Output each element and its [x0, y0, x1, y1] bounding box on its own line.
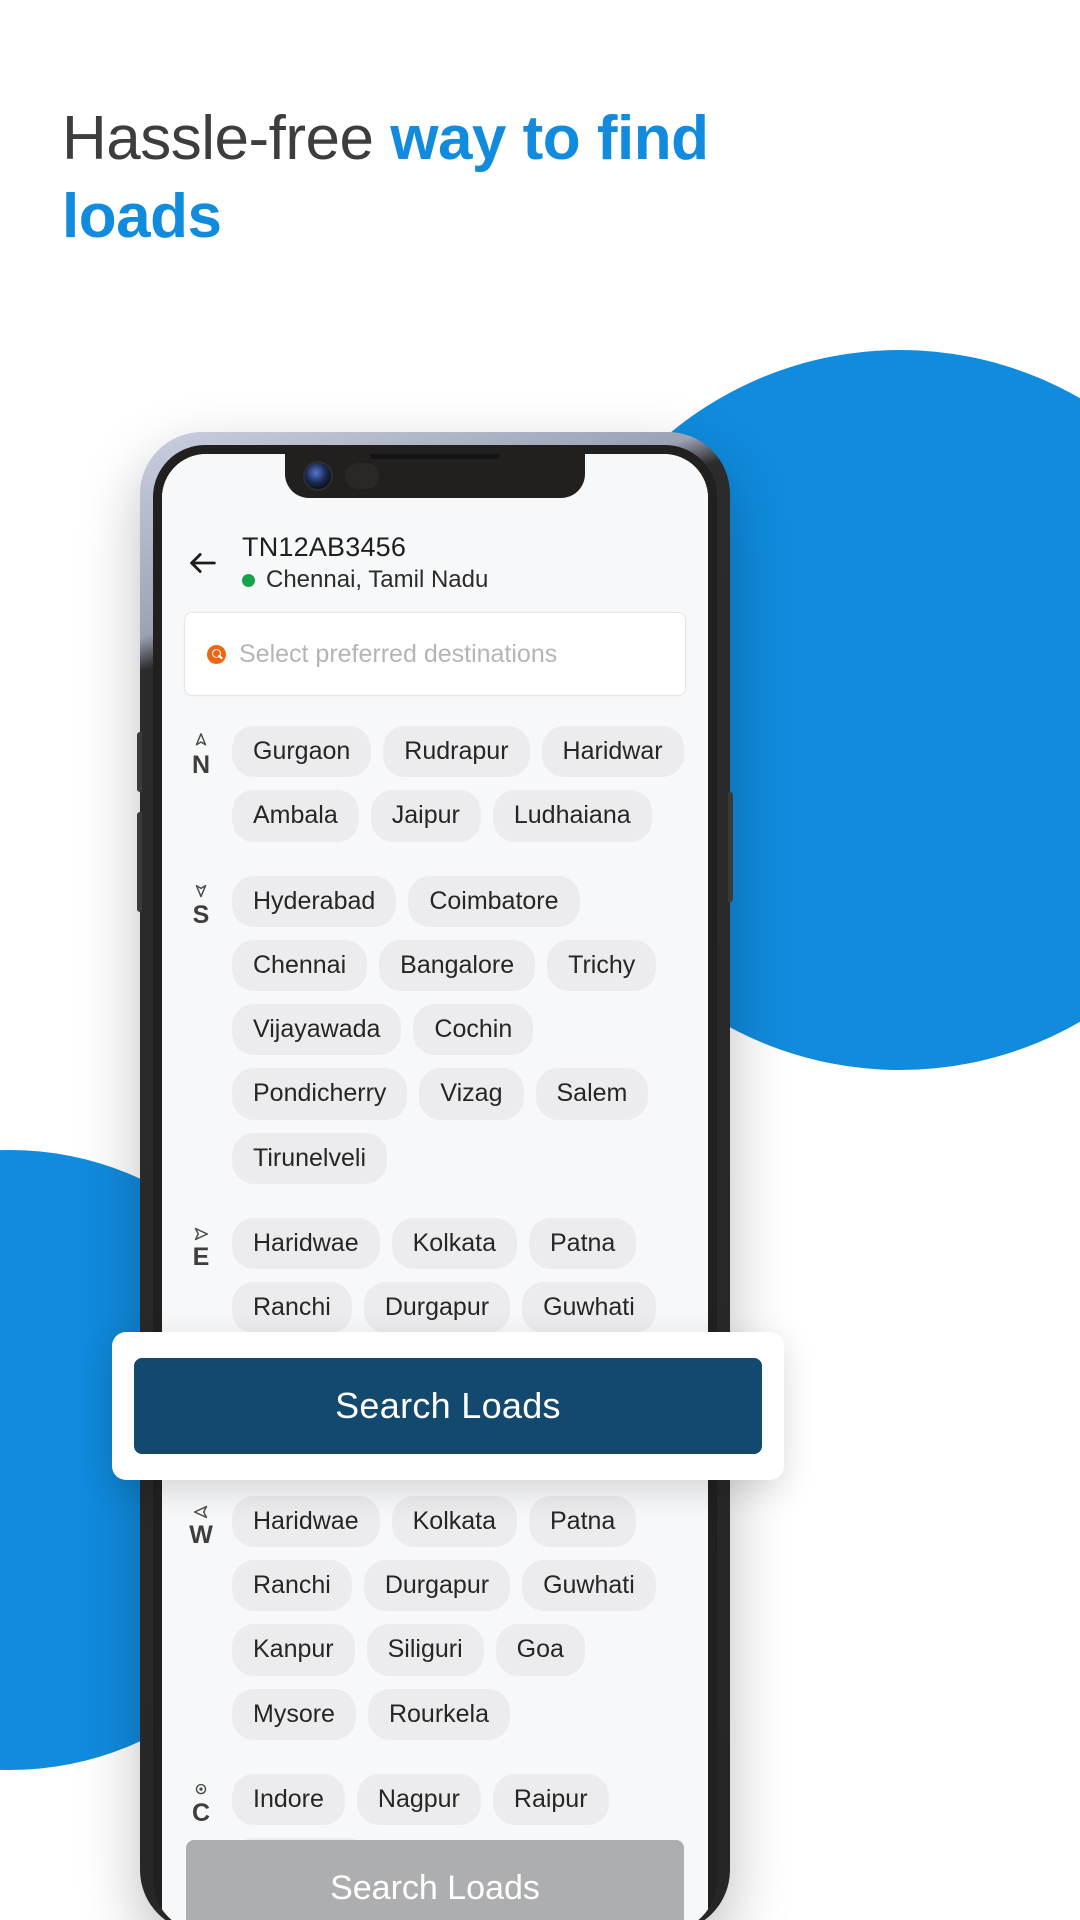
screenshot-root: Hassle-free way to find loads TN12AB3456… — [0, 0, 1080, 1920]
destination-chip[interactable]: Ranchi — [232, 1560, 352, 1612]
destination-chip[interactable]: Goa — [495, 1624, 585, 1676]
destination-chip[interactable]: Ranchi — [232, 1282, 352, 1334]
app-viewport: TN12AB3456 Chennai, Tamil Nadu Select pr… — [162, 454, 708, 1920]
direction-group-n: N Gurgaon Rudrapur Haridwar Ambala Jaipur Ludh… — [184, 726, 686, 842]
power-button[interactable] — [728, 792, 733, 902]
back-button[interactable] — [186, 546, 220, 580]
earpiece-speaker — [370, 454, 500, 459]
direction-letter: E — [192, 1242, 210, 1271]
direction-letter: S — [192, 900, 210, 929]
destination-chip[interactable]: Rourkela — [367, 1688, 511, 1740]
page-title: Hassle-free way to find loads — [62, 100, 822, 255]
destination-chip[interactable]: Gurgaon — [232, 726, 372, 778]
destination-chip[interactable]: Guwhati — [522, 1282, 656, 1334]
destination-chip[interactable]: Guwhati — [522, 1560, 656, 1612]
green-dot-icon — [242, 573, 255, 587]
search-loads-card: Search Loads — [112, 1332, 784, 1480]
destination-chip[interactable]: Kolkata — [391, 1495, 517, 1547]
phone-mockup: TN12AB3456 Chennai, Tamil Nadu Select pr… — [137, 432, 733, 1920]
chip-list: Hyderabad Coimbatore Chennai Bangalore Trich… — [232, 875, 686, 1184]
compass-north-icon — [195, 733, 207, 746]
direction-group-s: S Hyderabad Coimbatore Chennai Bangalore Tric… — [184, 875, 686, 1184]
phone-screen: TN12AB3456 Chennai, Tamil Nadu Select pr… — [162, 454, 708, 1920]
destination-chip[interactable]: Haridwae — [232, 1495, 380, 1547]
chip-list: Gurgaon Rudrapur Haridwar Ambala Jaipur Ludha… — [232, 726, 686, 842]
destination-chip[interactable]: Ambala — [232, 790, 359, 842]
destination-chip[interactable]: Indore — [232, 1773, 345, 1825]
destination-chip[interactable]: Rudrapur — [383, 726, 530, 778]
destination-chip[interactable]: Kanpur — [232, 1624, 355, 1676]
destination-chip[interactable]: Coimbatore — [408, 875, 580, 927]
destination-chip[interactable]: Chennai — [232, 939, 368, 991]
destination-chip[interactable]: Siliguri — [366, 1624, 484, 1676]
chip-list: Haridwae Kolkata Patna Ranchi Durgapur Guwhat… — [232, 1495, 686, 1740]
destination-chip[interactable]: Haridwae — [232, 1217, 380, 1269]
destination-chip[interactable]: Ludhaiana — [492, 790, 652, 842]
destination-groups: N Gurgaon Rudrapur Haridwar Ambala Jaipur Ludh… — [162, 696, 708, 1920]
destination-chip[interactable]: Vizag — [419, 1068, 524, 1120]
search-pin-icon — [207, 644, 226, 664]
direction-badge-e: E — [184, 1218, 218, 1270]
current-location-label: Chennai, Tamil Nadu — [266, 566, 489, 593]
search-placeholder: Select preferred destinations — [239, 639, 558, 668]
headline-plain-part: Hassle-free — [62, 104, 391, 173]
destination-chip[interactable]: Jaipur — [370, 790, 481, 842]
truck-number: TN12AB3456 — [242, 532, 407, 562]
destination-search-input[interactable]: Select preferred destinations — [184, 612, 686, 696]
destination-chip[interactable]: Vijayawada — [232, 1004, 402, 1056]
destination-chip[interactable]: Salem — [535, 1068, 649, 1120]
arrow-left-icon — [190, 553, 216, 573]
search-section: Select preferred destinations — [162, 608, 708, 696]
header-text-block: TN12AB3456 Chennai, Tamil Nadu — [242, 532, 488, 594]
destination-chip[interactable]: Pondicherry — [232, 1068, 408, 1120]
front-camera-icon — [305, 463, 331, 489]
destination-chip[interactable]: Kolkata — [391, 1217, 517, 1269]
destination-chip[interactable]: Raipur — [492, 1773, 609, 1825]
phone-frame: TN12AB3456 Chennai, Tamil Nadu Select pr… — [137, 432, 733, 1920]
destination-chip[interactable]: Patna — [529, 1217, 637, 1269]
destination-chip[interactable]: Bangalore — [379, 939, 536, 991]
destination-chip[interactable]: Trichy — [547, 939, 657, 991]
secondary-search-loads-button[interactable]: Search Loads — [186, 1840, 684, 1920]
proximity-sensor — [345, 463, 379, 489]
current-location-row: Chennai, Tamil Nadu — [242, 566, 488, 594]
app-header: TN12AB3456 Chennai, Tamil Nadu — [162, 516, 708, 608]
destination-chip[interactable]: Cochin — [413, 1004, 534, 1056]
destination-chip[interactable]: Durgapur — [363, 1560, 511, 1612]
direction-letter: W — [189, 1520, 213, 1549]
destination-chip[interactable]: Hyderabad — [232, 875, 397, 927]
compass-central-icon — [195, 1783, 207, 1795]
phone-bezel: TN12AB3456 Chennai, Tamil Nadu Select pr… — [153, 445, 717, 1920]
destination-chip[interactable]: Durgapur — [363, 1282, 511, 1334]
destination-chip[interactable]: Patna — [529, 1495, 637, 1547]
direction-letter: C — [191, 1798, 211, 1827]
volume-down-button[interactable] — [137, 812, 142, 912]
direction-badge-n: N — [184, 726, 218, 778]
phone-notch — [285, 454, 585, 498]
destination-chip[interactable]: Tirunelveli — [232, 1132, 388, 1184]
direction-badge-s: S — [184, 876, 218, 928]
destination-chip[interactable]: Mysore — [232, 1688, 356, 1740]
direction-badge-c: C — [184, 1774, 218, 1826]
direction-group-w: W Haridwae Kolkata Patna Ranchi Durgapur Guwha… — [184, 1495, 686, 1740]
compass-west-icon — [193, 1505, 208, 1518]
compass-east-icon — [194, 1227, 209, 1240]
compass-south-icon — [195, 884, 207, 897]
destination-chip[interactable]: Haridwar — [541, 726, 684, 778]
direction-letter: N — [191, 751, 211, 779]
search-loads-button[interactable]: Search Loads — [134, 1358, 762, 1454]
destination-chip[interactable]: Nagpur — [356, 1773, 481, 1825]
volume-up-button[interactable] — [137, 732, 142, 792]
direction-badge-w: W — [184, 1496, 218, 1548]
